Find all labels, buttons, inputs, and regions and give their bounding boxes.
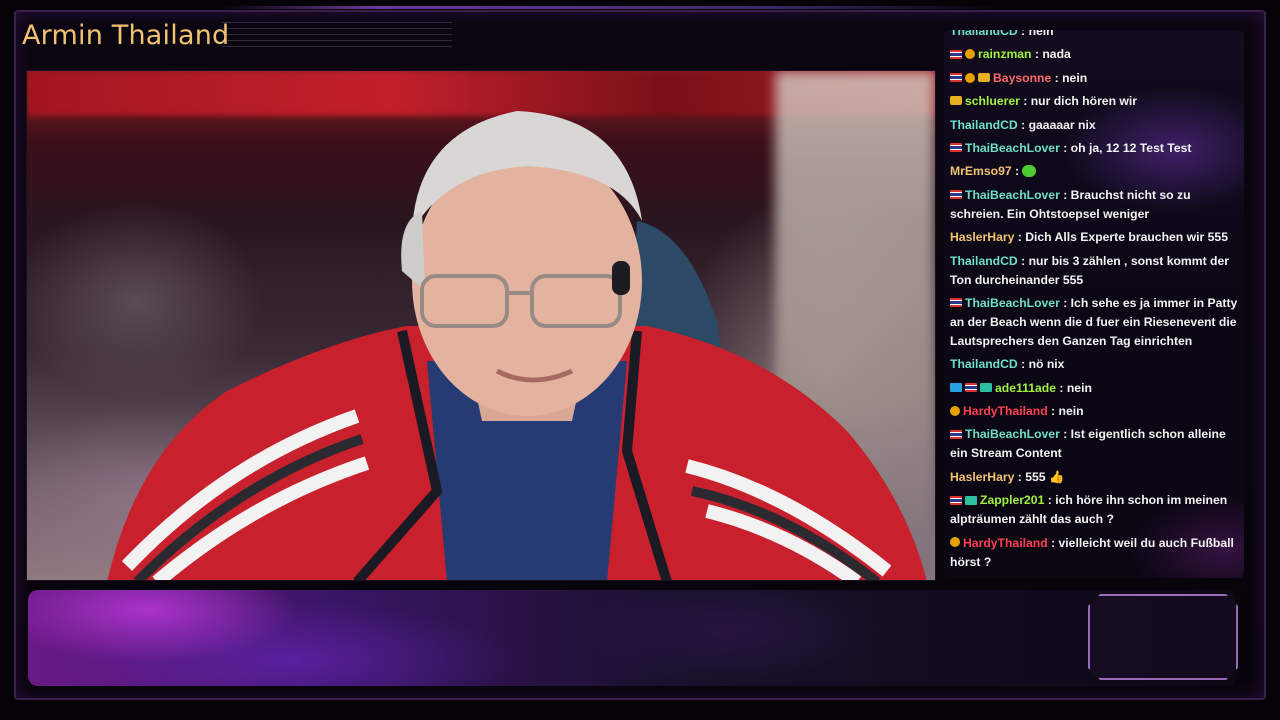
chat-message: HaslerHary : 555 👍	[950, 468, 1240, 487]
chat-message: HaslerHary : Dich Alls Experte brauchen …	[950, 228, 1240, 247]
chat-message: HardyThailand : nein	[950, 402, 1240, 421]
flag-badge-icon	[950, 429, 962, 439]
chat-text: nein	[1066, 380, 1092, 395]
chat-separator: :	[1019, 94, 1031, 109]
chat-text: nein	[1058, 404, 1084, 419]
chat-username[interactable]: HaslerHary	[950, 470, 1014, 484]
chat-message: ThailandCD : nur bis 3 zählen , sonst ko…	[950, 252, 1240, 290]
chat-message: MrEmso97 :	[950, 162, 1240, 181]
chat-username[interactable]: HardyThailand	[963, 536, 1048, 550]
chat-message: Zappler201 : ich höre ihn schon im meine…	[950, 491, 1240, 529]
chat-message: ThailandCD : nö nix	[950, 355, 1240, 374]
chat-message: HardyThailand : vielleicht weil du auch …	[950, 534, 1240, 572]
chat-message: ThaiBeachLover : oh ja, 12 12 Test Test	[950, 139, 1240, 158]
chat-message: Baysonne : nein	[950, 69, 1240, 88]
chat-message: ThaiBeachLover : Ist eigentlich schon al…	[950, 425, 1240, 463]
chat-separator: :	[1014, 230, 1026, 245]
chat-username[interactable]: schluerer	[965, 94, 1020, 108]
chat-username[interactable]: ThailandCD	[950, 254, 1018, 268]
flag-badge-icon	[950, 298, 962, 308]
flag-badge-icon	[950, 143, 962, 153]
flag-badge-icon	[965, 382, 977, 392]
chat-separator: :	[1059, 187, 1071, 202]
bottom-banner	[28, 590, 1236, 686]
chat-separator: :	[1031, 47, 1043, 62]
flag-badge-icon	[950, 190, 962, 200]
chat-separator: :	[1011, 164, 1023, 179]
chat-username[interactable]: HardyThailand	[963, 404, 1048, 418]
chat-message: ThailandCD : nein	[950, 30, 1240, 41]
chat-separator: :	[1017, 253, 1029, 268]
chat-emote-icon	[1022, 165, 1037, 178]
chat-username[interactable]: ThaiBeachLover	[965, 296, 1060, 310]
chat-separator: :	[1056, 380, 1067, 395]
chat-separator: :	[1044, 493, 1056, 508]
flag-badge-icon	[950, 73, 962, 83]
chat-separator: :	[1059, 295, 1071, 310]
chat-separator: :	[1017, 30, 1029, 38]
chat-username[interactable]: ThailandCD	[950, 118, 1018, 132]
crown-badge-icon	[978, 73, 990, 83]
chat-separator: :	[1014, 469, 1026, 484]
chat-message: ThailandCD : gaaaaar nix	[950, 116, 1240, 135]
chat-message: ade111ade : nein	[950, 379, 1240, 398]
bottom-right-frame	[1088, 594, 1238, 680]
stream-title: Armin Thailand	[22, 20, 230, 51]
chat-text: 555 👍	[1025, 469, 1065, 484]
streamer-figure	[107, 111, 927, 580]
chat-username[interactable]: ade111ade	[995, 381, 1056, 395]
chat-text: nö nix	[1028, 357, 1065, 372]
coin-badge-icon	[965, 72, 975, 83]
chat-separator: :	[1017, 117, 1029, 132]
chat-username[interactable]: Zappler201	[980, 493, 1044, 507]
chat-message: schluerer : nur dich hören wir	[950, 92, 1240, 111]
coin-badge-icon	[965, 49, 975, 60]
chat-separator: :	[1059, 140, 1071, 155]
chat-text: nur dich hören wir	[1030, 94, 1138, 109]
crown-badge-icon	[950, 96, 962, 106]
coin-badge-icon	[950, 405, 960, 416]
chat-text: nein	[1028, 30, 1054, 38]
chat-separator: :	[1051, 70, 1063, 85]
teal-badge-icon	[980, 382, 992, 392]
chat-text: nada	[1042, 47, 1071, 62]
top-decor-line	[220, 6, 1000, 9]
chat-message: ThaiBeachLover : Brauchst nicht so zu sc…	[950, 186, 1240, 224]
chat-username[interactable]: rainzman	[978, 47, 1032, 61]
chat-text: gaaaaar nix	[1028, 117, 1096, 132]
chat-username[interactable]: MrEmso97	[950, 164, 1012, 178]
chat-username[interactable]: ThaiBeachLover	[965, 141, 1060, 155]
chat-separator: :	[1047, 535, 1059, 550]
webcam-video[interactable]	[26, 70, 936, 581]
flag-badge-icon	[950, 495, 962, 505]
chat-username[interactable]: ThaiBeachLover	[965, 188, 1060, 202]
chat-message: rainzman : nada	[950, 45, 1240, 64]
chat-username[interactable]: ThailandCD	[950, 357, 1018, 371]
chat-separator: :	[1047, 404, 1059, 419]
chat-text: nein	[1062, 70, 1088, 85]
blue-badge-icon	[950, 382, 962, 392]
chat-text: oh ja, 12 12 Test Test	[1070, 140, 1192, 155]
chat-username[interactable]: ThaiBeachLover	[965, 427, 1060, 441]
chat-separator: :	[1059, 427, 1071, 442]
chat-separator: :	[1017, 357, 1029, 372]
chat-message-list: ThailandCD : nein rainzman : nada Baysonne…	[950, 30, 1240, 576]
flag-badge-icon	[950, 49, 962, 59]
chat-panel[interactable]: ThailandCD : nein rainzman : nada Baysonne…	[944, 30, 1244, 578]
chat-username[interactable]: Baysonne	[993, 71, 1051, 85]
chat-username[interactable]: HaslerHary	[950, 230, 1014, 244]
chat-message: ThaiBeachLover : Ich sehe es ja immer in…	[950, 294, 1240, 351]
chat-text: Dich Alls Experte brauchen wir 555	[1025, 230, 1228, 245]
coin-badge-icon	[950, 537, 960, 548]
chat-username[interactable]: ThailandCD	[950, 30, 1018, 38]
title-decoration	[222, 22, 452, 48]
teal-badge-icon	[965, 495, 977, 505]
